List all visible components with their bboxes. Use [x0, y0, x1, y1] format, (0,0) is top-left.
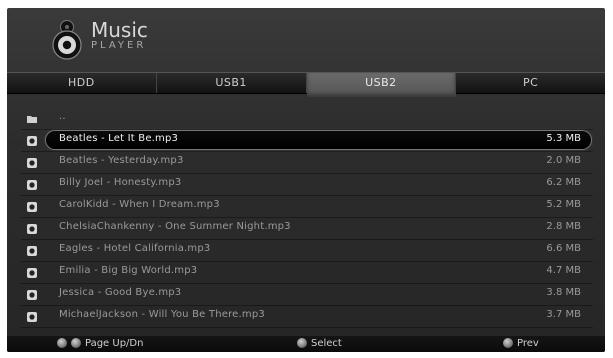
file-name: Beatles - Let It Be.mp3 [59, 133, 179, 144]
brand: Music PLAYER [91, 20, 148, 52]
header: Music PLAYER [7, 8, 605, 72]
file-row[interactable]: Eagles - Hotel California.mp3 6.6 MB [21, 240, 593, 262]
file-size: 4.7 MB [546, 265, 581, 276]
file-name: Billy Joel - Honesty.mp3 [59, 177, 182, 188]
footer-hints: Page Up/Dn Select Prev [7, 336, 605, 352]
page-up-button-icon [57, 338, 67, 348]
file-row[interactable]: Beatles - Let It Be.mp3 5.3 MB [21, 130, 593, 152]
file-row[interactable]: Beatles - Yesterday.mp3 2.0 MB [21, 152, 593, 174]
file-size: 5.3 MB [546, 133, 581, 144]
file-name: Beatles - Yesterday.mp3 [59, 155, 184, 166]
file-size: 3.8 MB [546, 287, 581, 298]
music-file-icon [27, 180, 37, 190]
file-name: ChelsiaChankenny - One Summer Night.mp3 [59, 221, 291, 232]
file-size: 2.0 MB [546, 155, 581, 166]
folder-icon [27, 116, 37, 123]
music-file-icon [27, 312, 37, 322]
parent-folder-label: .. [59, 111, 66, 122]
file-size: 6.6 MB [546, 243, 581, 254]
speaker-logo-icon [52, 20, 82, 60]
file-row[interactable]: MichaelJackson - Will You Be There.mp3 3.… [21, 306, 593, 328]
file-row[interactable]: CarolKidd - When I Dream.mp3 5.2 MB [21, 196, 593, 218]
file-row[interactable]: Emilia - Big Big World.mp3 4.7 MB [21, 262, 593, 284]
tab-hdd[interactable]: HDD [7, 73, 157, 93]
file-list: .. Beatles - Let It Be.mp3 5.3 MB Beatles … [21, 108, 593, 328]
prev-label: Prev [517, 338, 539, 349]
file-name: MichaelJackson - Will You Be There.mp3 [59, 309, 265, 320]
music-file-icon [27, 290, 37, 300]
page-up-down-hint: Page Up/Dn [57, 337, 143, 351]
prev-hint: Prev [503, 337, 539, 351]
file-name: Eagles - Hotel California.mp3 [59, 243, 211, 254]
file-row[interactable]: Jessica - Good Bye.mp3 3.8 MB [21, 284, 593, 306]
select-label: Select [311, 338, 342, 349]
parent-folder-row[interactable]: .. [21, 108, 593, 130]
music-file-icon [27, 136, 37, 146]
music-file-icon [27, 158, 37, 168]
brand-title: Music [91, 18, 148, 42]
file-row[interactable]: ChelsiaChankenny - One Summer Night.mp3 2… [21, 218, 593, 240]
file-name: Jessica - Good Bye.mp3 [59, 287, 182, 298]
file-size: 2.8 MB [546, 221, 581, 232]
brand-subtitle: PLAYER [91, 40, 147, 51]
select-button-icon [297, 338, 307, 348]
file-name: CarolKidd - When I Dream.mp3 [59, 199, 220, 210]
file-size: 5.2 MB [546, 199, 581, 210]
file-row[interactable]: Billy Joel - Honesty.mp3 6.2 MB [21, 174, 593, 196]
page-down-button-icon [71, 338, 81, 348]
file-name: Emilia - Big Big World.mp3 [59, 265, 198, 276]
music-file-icon [27, 268, 37, 278]
tab-usb2[interactable]: USB2 [306, 73, 457, 97]
select-hint: Select [297, 337, 342, 351]
tab-usb1[interactable]: USB1 [157, 73, 307, 93]
tab-pc[interactable]: PC [456, 73, 605, 93]
music-file-icon [27, 224, 37, 234]
prev-button-icon [503, 338, 513, 348]
music-file-icon [27, 246, 37, 256]
page-up-down-label: Page Up/Dn [85, 338, 144, 349]
file-size: 3.7 MB [546, 309, 581, 320]
file-size: 6.2 MB [546, 177, 581, 188]
music-player-screen: Music PLAYER HDD USB1 USB2 PC .. Beatles… [7, 8, 605, 352]
music-file-icon [27, 202, 37, 212]
source-tabs: HDD USB1 USB2 PC [7, 72, 605, 97]
